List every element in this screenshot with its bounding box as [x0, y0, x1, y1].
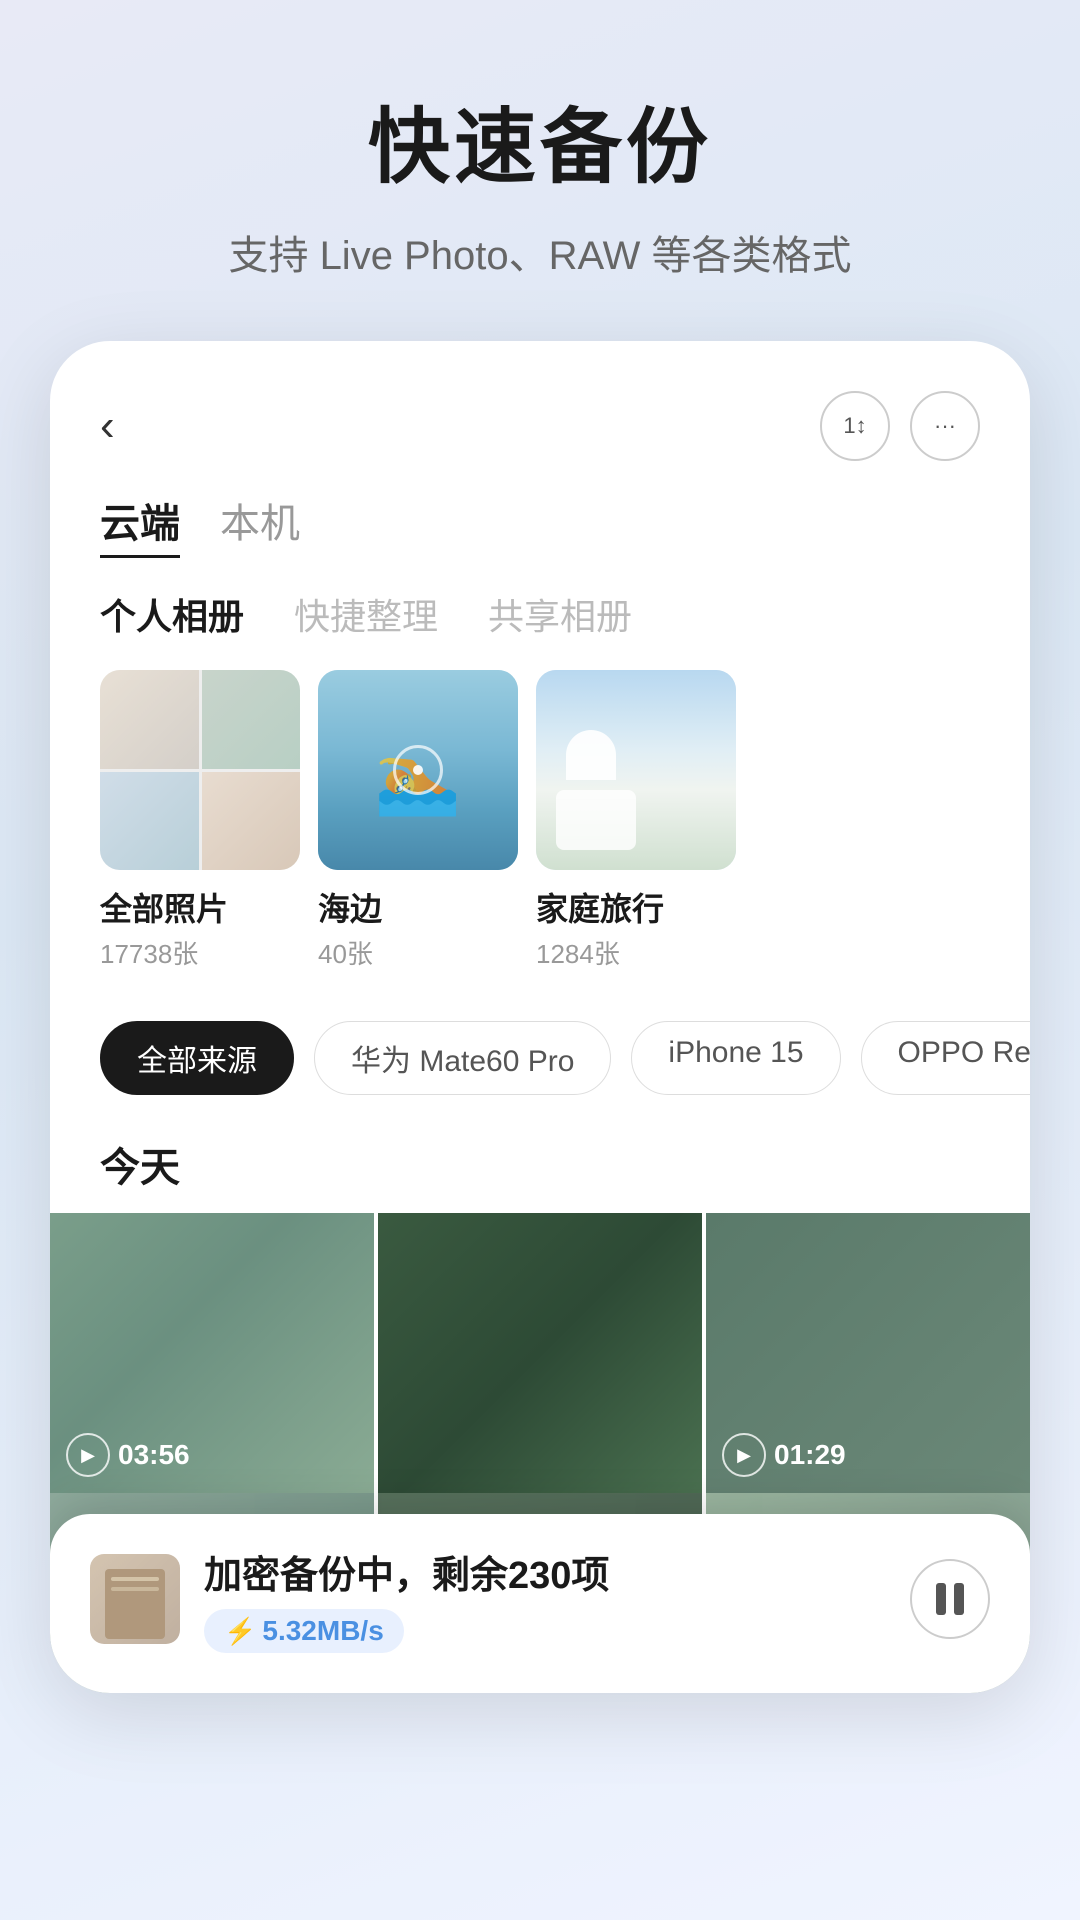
album-item-travel[interactable]: 家庭旅行 1284张	[536, 670, 736, 971]
notification-info: 加密备份中，剩余230项 ⚡ 5.32MB/s	[204, 1544, 886, 1653]
subtab-quick[interactable]: 快捷整理	[294, 588, 438, 640]
subtab-shared[interactable]: 共享相册	[488, 588, 632, 640]
filter-all[interactable]: 全部来源	[100, 1021, 294, 1095]
lightning-icon: ⚡	[224, 1616, 256, 1647]
video-duration-3: 01:29	[774, 1439, 846, 1471]
play-icon-1: ▶	[66, 1433, 110, 1477]
page-subtitle: 支持 Live Photo、RAW 等各类格式	[60, 223, 1020, 281]
notification-title: 加密备份中，剩余230项	[204, 1544, 886, 1599]
tab-local[interactable]: 本机	[220, 491, 300, 558]
video-overlay-3: ▶ 01:29	[722, 1433, 846, 1477]
album-label-sea: 海边	[318, 884, 518, 930]
page-container: 快速备份 支持 Live Photo、RAW 等各类格式 ‹ 1↕ ··· 云端…	[0, 0, 1080, 1693]
nav-icons: 1↕ ···	[820, 391, 980, 461]
filter-iphone[interactable]: iPhone 15	[631, 1021, 840, 1095]
photo-cell-1[interactable]: ▶ 03:56	[50, 1213, 374, 1493]
album-grid: 全部照片 17738张 🏊	[50, 670, 1030, 981]
play-icon-3: ▶	[722, 1433, 766, 1477]
album-label-travel: 家庭旅行	[536, 884, 736, 930]
filter-oppo[interactable]: OPPO Reno	[861, 1021, 1030, 1095]
filter-huawei[interactable]: 华为 Mate60 Pro	[314, 1021, 611, 1095]
pause-icon	[936, 1583, 964, 1615]
speed-badge: ⚡ 5.32MB/s	[204, 1609, 404, 1653]
more-button[interactable]: ···	[910, 391, 980, 461]
subtab-personal[interactable]: 个人相册	[100, 588, 244, 640]
page-header: 快速备份 支持 Live Photo、RAW 等各类格式	[0, 0, 1080, 321]
album-item-all[interactable]: 全部照片 17738张	[100, 670, 300, 971]
phone-mockup: ‹ 1↕ ··· 云端 本机 个人相册 快捷整理 共享相册	[50, 341, 1030, 1693]
video-overlay-1: ▶ 03:56	[66, 1433, 190, 1477]
album-label-all: 全部照片	[100, 884, 300, 930]
album-cover-sea: 🏊	[318, 670, 518, 870]
pause-button[interactable]	[910, 1559, 990, 1639]
live-photo-icon	[393, 745, 443, 795]
album-count-travel: 1284张	[536, 934, 736, 971]
sort-button[interactable]: 1↕	[820, 391, 890, 461]
back-button[interactable]: ‹	[100, 401, 115, 451]
main-tabs: 云端 本机	[50, 491, 1030, 588]
photo-cell-2[interactable]	[378, 1213, 702, 1493]
album-count-sea: 40张	[318, 934, 518, 971]
photo-cell-3[interactable]: ▶ 01:29	[706, 1213, 1030, 1493]
photo-grid: ▶ 03:56 ▶ 01:29	[50, 1213, 1030, 1493]
filter-row: 全部来源 华为 Mate60 Pro iPhone 15 OPPO Reno	[50, 981, 1030, 1115]
tab-cloud[interactable]: 云端	[100, 491, 180, 558]
album-cover-all	[100, 670, 300, 870]
notification-bar: 加密备份中，剩余230项 ⚡ 5.32MB/s	[50, 1514, 1030, 1693]
nav-bar: ‹ 1↕ ···	[50, 391, 1030, 491]
backup-thumbnail	[90, 1554, 180, 1644]
section-today: 今天	[50, 1115, 1030, 1213]
album-item-sea[interactable]: 🏊 海边 40张	[318, 670, 518, 971]
speed-value: 5.32MB/s	[262, 1615, 383, 1647]
video-duration-1: 03:56	[118, 1439, 190, 1471]
album-count-all: 17738张	[100, 934, 300, 971]
page-title: 快速备份	[60, 80, 1020, 199]
sub-tabs: 个人相册 快捷整理 共享相册	[50, 588, 1030, 670]
